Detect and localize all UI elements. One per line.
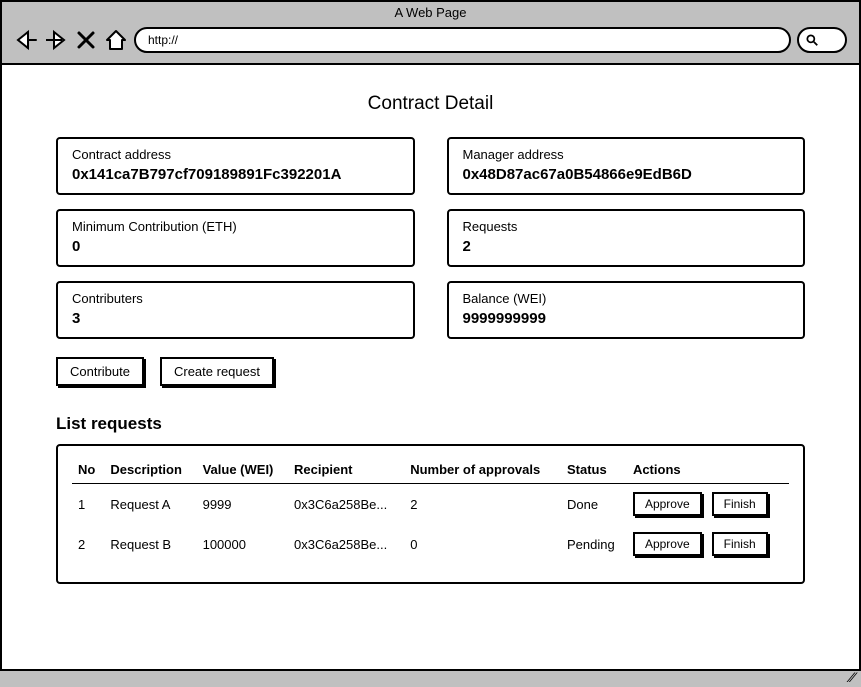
window-footer: ⁄⁄ — [0, 669, 861, 687]
finish-button[interactable]: Finish — [712, 532, 768, 556]
toolbar: http:// — [2, 23, 859, 63]
browser-chrome: A Web Page http:// — [2, 2, 859, 65]
card-contract-address: Contract address 0x141ca7B797cf709189891… — [56, 137, 415, 195]
finish-button[interactable]: Finish — [712, 492, 768, 516]
resize-handle-icon[interactable]: ⁄⁄ — [850, 669, 855, 685]
card-label: Manager address — [463, 147, 790, 162]
page-title: Contract Detail — [56, 93, 805, 115]
col-actions: Actions — [627, 456, 789, 484]
cell-approvals: 2 — [404, 484, 561, 525]
cell-recipient: 0x3C6a258Be... — [288, 484, 404, 525]
col-status: Status — [561, 456, 627, 484]
card-requests: Requests 2 — [447, 209, 806, 267]
card-label: Balance (WEI) — [463, 291, 790, 306]
col-recipient: Recipient — [288, 456, 404, 484]
window-title: A Web Page — [2, 2, 859, 23]
card-value: 3 — [72, 310, 399, 327]
card-value: 0 — [72, 238, 399, 255]
card-manager-address: Manager address 0x48D87ac67a0B54866e9EdB… — [447, 137, 806, 195]
card-balance: Balance (WEI) 9999999999 — [447, 281, 806, 339]
card-value: 9999999999 — [463, 310, 790, 327]
forward-arrow-icon[interactable] — [44, 28, 68, 52]
page-content: Contract Detail Contract address 0x141ca… — [2, 65, 859, 612]
requests-table: No Description Value (WEI) Recipient Num… — [72, 456, 789, 564]
card-min-contribution: Minimum Contribution (ETH) 0 — [56, 209, 415, 267]
stats-grid: Contract address 0x141ca7B797cf709189891… — [56, 137, 805, 339]
search-button[interactable] — [797, 27, 847, 53]
back-arrow-icon[interactable] — [14, 28, 38, 52]
cell-value: 9999 — [197, 484, 288, 525]
card-label: Contract address — [72, 147, 399, 162]
card-label: Contributers — [72, 291, 399, 306]
card-value: 0x141ca7B797cf709189891Fc392201A — [72, 166, 399, 183]
contribute-button[interactable]: Contribute — [56, 357, 144, 386]
cell-value: 100000 — [197, 524, 288, 564]
col-value: Value (WEI) — [197, 456, 288, 484]
cell-no: 1 — [72, 484, 104, 525]
card-label: Minimum Contribution (ETH) — [72, 219, 399, 234]
card-value: 2 — [463, 238, 790, 255]
cell-no: 2 — [72, 524, 104, 564]
cell-description: Request A — [104, 484, 196, 525]
cell-actions: Approve Finish — [627, 484, 789, 525]
card-label: Requests — [463, 219, 790, 234]
col-approvals: Number of approvals — [404, 456, 561, 484]
stop-icon[interactable] — [74, 28, 98, 52]
col-no: No — [72, 456, 104, 484]
cell-description: Request B — [104, 524, 196, 564]
card-value: 0x48D87ac67a0B54866e9EdB6D — [463, 166, 790, 183]
create-request-button[interactable]: Create request — [160, 357, 274, 386]
cell-status: Pending — [561, 524, 627, 564]
card-contributors: Contributers 3 — [56, 281, 415, 339]
table-row: 2Request B1000000x3C6a258Be...0PendingAp… — [72, 524, 789, 564]
cell-status: Done — [561, 484, 627, 525]
approve-button[interactable]: Approve — [633, 532, 702, 556]
approve-button[interactable]: Approve — [633, 492, 702, 516]
cell-recipient: 0x3C6a258Be... — [288, 524, 404, 564]
section-title-requests: List requests — [56, 414, 805, 434]
primary-actions: Contribute Create request — [56, 357, 805, 386]
cell-approvals: 0 — [404, 524, 561, 564]
cell-actions: Approve Finish — [627, 524, 789, 564]
home-icon[interactable] — [104, 28, 128, 52]
url-input[interactable]: http:// — [134, 27, 791, 53]
url-text: http:// — [148, 33, 178, 47]
requests-table-container: No Description Value (WEI) Recipient Num… — [56, 444, 805, 584]
col-description: Description — [104, 456, 196, 484]
search-icon — [805, 33, 819, 47]
table-row: 1Request A99990x3C6a258Be...2DoneApprove… — [72, 484, 789, 525]
